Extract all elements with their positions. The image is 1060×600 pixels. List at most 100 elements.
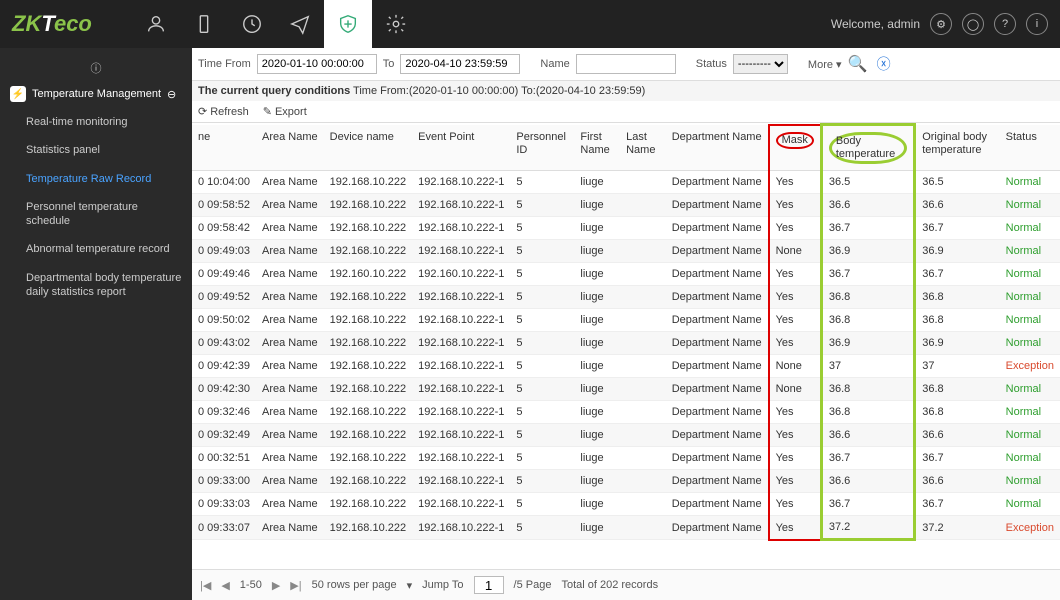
sidebar-item-raw[interactable]: Temperature Raw Record <box>0 165 192 193</box>
first-page-icon[interactable]: |◀ <box>200 579 211 592</box>
jump-input[interactable] <box>474 576 504 594</box>
refresh-button[interactable]: ⟳Refresh <box>198 105 249 118</box>
table-cell: 5 <box>510 516 574 540</box>
table-cell: 192.168.10.222 <box>324 516 412 540</box>
table-cell: Area Name <box>256 286 324 309</box>
col-header[interactable]: First Name <box>574 125 620 171</box>
table-cell: 36.7 <box>915 447 1000 470</box>
data-table: neArea NameDevice nameEvent PointPersonn… <box>192 123 1060 541</box>
table-row[interactable]: 0 10:04:00Area Name192.168.10.222192.168… <box>192 171 1060 194</box>
table-row[interactable]: 0 09:32:46Area Name192.168.10.222192.168… <box>192 401 1060 424</box>
table-row[interactable]: 0 09:32:49Area Name192.168.10.222192.168… <box>192 424 1060 447</box>
total-records: Total of 202 records <box>561 579 658 591</box>
col-header[interactable]: Department Name <box>666 125 769 171</box>
table-row[interactable]: 0 09:33:00Area Name192.168.10.222192.168… <box>192 470 1060 493</box>
table-cell: Area Name <box>256 332 324 355</box>
table-cell: 0 09:42:39 <box>192 355 256 378</box>
table-cell <box>620 286 666 309</box>
col-header[interactable]: Mask <box>769 125 822 171</box>
col-header[interactable]: ne <box>192 125 256 171</box>
table-cell: Area Name <box>256 263 324 286</box>
next-page-icon[interactable]: ▶ <box>272 579 280 592</box>
table-cell: Area Name <box>256 401 324 424</box>
table-cell: Normal <box>1000 286 1060 309</box>
nav-shield-icon[interactable] <box>324 0 372 48</box>
table-cell: 5 <box>510 378 574 401</box>
table-cell: 36.8 <box>821 401 914 424</box>
table-row[interactable]: 0 09:33:03Area Name192.168.10.222192.168… <box>192 493 1060 516</box>
table-row[interactable]: 0 09:49:52Area Name192.168.10.222192.168… <box>192 286 1060 309</box>
table-row[interactable]: 0 09:58:52Area Name192.168.10.222192.168… <box>192 194 1060 217</box>
more-dropdown[interactable]: More ▾ <box>808 58 842 71</box>
col-header[interactable]: Body temperature <box>821 125 914 171</box>
table-cell: 36.5 <box>821 171 914 194</box>
table-cell: None <box>769 378 822 401</box>
col-header[interactable]: Original body temperature <box>915 125 1000 171</box>
col-header[interactable]: Personnel ID <box>510 125 574 171</box>
table-row[interactable]: 0 09:33:07Area Name192.168.10.222192.168… <box>192 516 1060 540</box>
clear-icon[interactable]: ⓧ <box>874 54 894 74</box>
table-row[interactable]: 0 09:49:03Area Name192.168.10.222192.168… <box>192 240 1060 263</box>
col-header[interactable]: Event Point <box>412 125 510 171</box>
sidebar-item-schedule[interactable]: Personnel temperature schedule <box>0 193 192 236</box>
table-cell: 192.168.10.222-1 <box>412 401 510 424</box>
table-cell: Department Name <box>666 447 769 470</box>
table-row[interactable]: 0 09:42:30Area Name192.168.10.222192.168… <box>192 378 1060 401</box>
sidebar-group[interactable]: ⚡ Temperature Management ⊖ <box>0 80 192 108</box>
table-cell: liuge <box>574 470 620 493</box>
nav-person-icon[interactable] <box>132 0 180 48</box>
export-icon: ✎ <box>263 105 272 118</box>
time-to-input[interactable] <box>400 54 520 74</box>
sidebar-item-dept[interactable]: Departmental body temperature daily stat… <box>0 264 192 307</box>
table-cell: Normal <box>1000 263 1060 286</box>
sidebar-collapse-icon[interactable]: ⓘ <box>0 56 192 80</box>
status-select[interactable]: --------- <box>733 54 788 74</box>
table-row[interactable]: 0 09:49:46Area Name192.160.10.222192.160… <box>192 263 1060 286</box>
table-cell: Area Name <box>256 378 324 401</box>
prev-page-icon[interactable]: ◀ <box>221 579 229 592</box>
table-row[interactable]: 0 00:32:51Area Name192.168.10.222192.168… <box>192 447 1060 470</box>
table-cell: 192.168.10.222 <box>324 332 412 355</box>
name-input[interactable] <box>576 54 676 74</box>
name-label: Name <box>540 58 569 70</box>
sidebar-item-stats[interactable]: Statistics panel <box>0 136 192 164</box>
col-header[interactable]: Device name <box>324 125 412 171</box>
table-cell: 0 09:49:52 <box>192 286 256 309</box>
header-info-icon[interactable]: i <box>1026 13 1048 35</box>
search-icon[interactable]: 🔍 <box>848 54 868 74</box>
table-cell: 192.168.10.222 <box>324 401 412 424</box>
table-cell: 5 <box>510 194 574 217</box>
nav-device-icon[interactable] <box>180 0 228 48</box>
table-cell: 192.168.10.222 <box>324 355 412 378</box>
col-header[interactable]: Area Name <box>256 125 324 171</box>
rows-per-page[interactable]: 50 rows per page <box>312 579 397 591</box>
table-cell <box>620 217 666 240</box>
header-user-icon[interactable]: ◯ <box>962 13 984 35</box>
sidebar-item-realtime[interactable]: Real-time monitoring <box>0 108 192 136</box>
nav-send-icon[interactable] <box>276 0 324 48</box>
col-header[interactable]: Status <box>1000 125 1060 171</box>
col-header[interactable]: Last Name <box>620 125 666 171</box>
export-button[interactable]: ✎Export <box>263 105 307 118</box>
table-row[interactable]: 0 09:58:42Area Name192.168.10.222192.168… <box>192 217 1060 240</box>
table-cell: Area Name <box>256 240 324 263</box>
table-cell <box>620 378 666 401</box>
table-cell: Yes <box>769 516 822 540</box>
table-cell: 0 09:49:03 <box>192 240 256 263</box>
cond-text: Time From:(2020-01-10 00:00:00) To:(2020… <box>353 85 645 97</box>
last-page-icon[interactable]: ▶| <box>290 579 301 592</box>
nav-gear-icon[interactable] <box>372 0 420 48</box>
table-row[interactable]: 0 09:42:39Area Name192.168.10.222192.168… <box>192 355 1060 378</box>
header-help-icon[interactable]: ? <box>994 13 1016 35</box>
table-wrap[interactable]: neArea NameDevice nameEvent PointPersonn… <box>192 123 1060 569</box>
table-cell: 36.7 <box>915 217 1000 240</box>
table-cell <box>620 401 666 424</box>
nav-clock-icon[interactable] <box>228 0 276 48</box>
table-row[interactable]: 0 09:50:02Area Name192.168.10.222192.168… <box>192 309 1060 332</box>
table-row[interactable]: 0 09:43:02Area Name192.168.10.222192.168… <box>192 332 1060 355</box>
table-cell: 5 <box>510 424 574 447</box>
table-cell: Yes <box>769 493 822 516</box>
header-settings-icon[interactable]: ⚙ <box>930 13 952 35</box>
time-from-input[interactable] <box>257 54 377 74</box>
sidebar-item-abnormal[interactable]: Abnormal temperature record <box>0 235 192 263</box>
